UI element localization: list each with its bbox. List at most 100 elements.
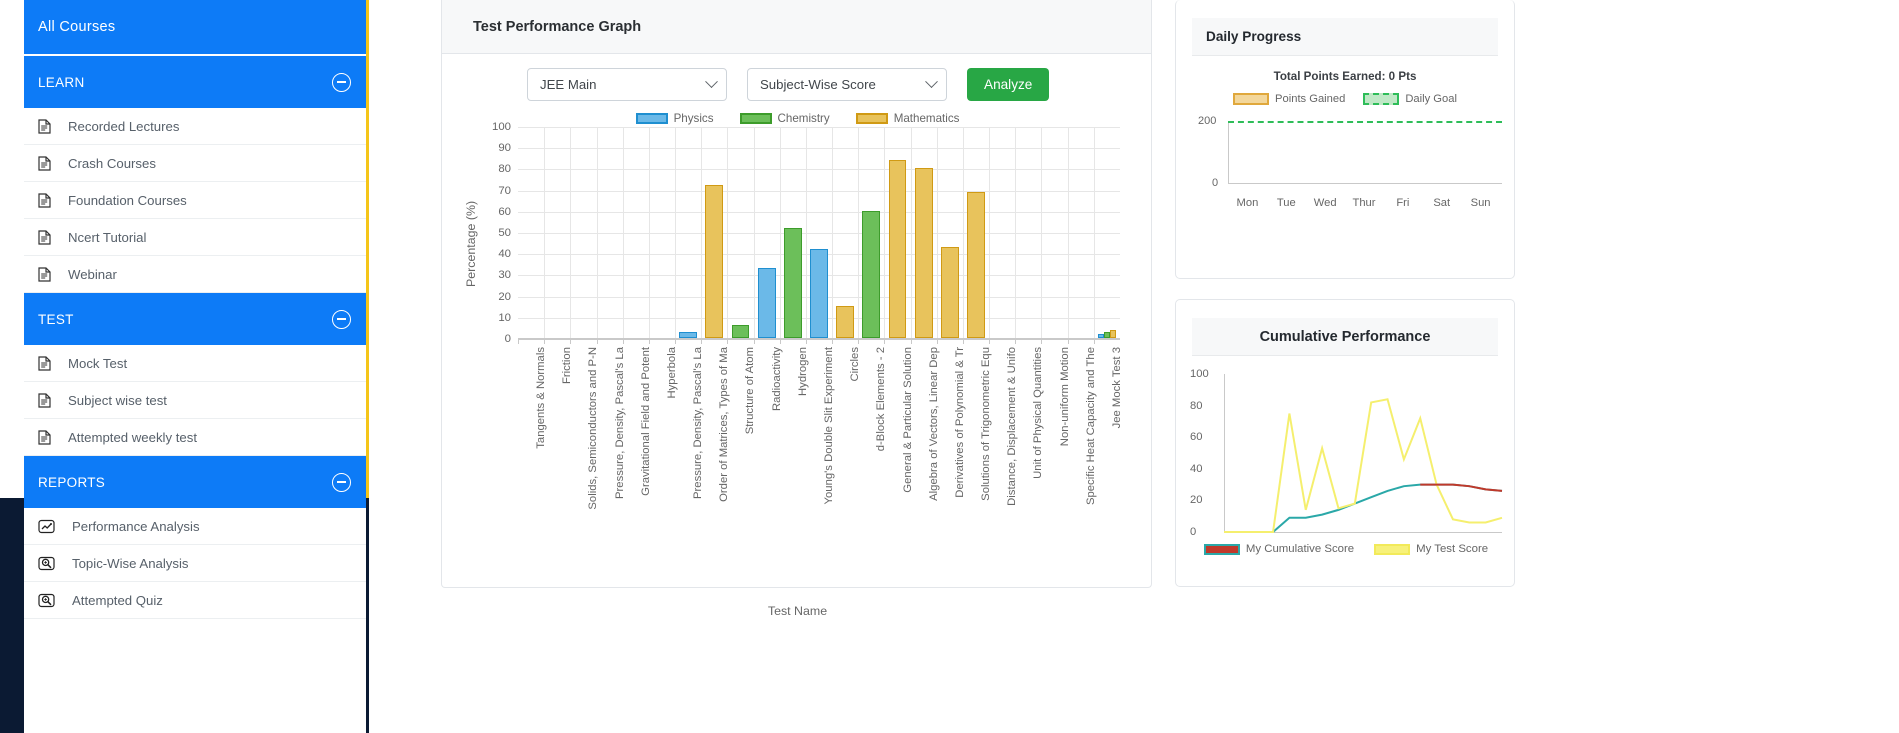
bar-mathematics[interactable] (836, 306, 855, 338)
sidebar-item-foundation-courses[interactable]: Foundation Courses (24, 182, 369, 219)
cp-series-cumulative-tail (1420, 483, 1503, 492)
bar-mathematics[interactable] (705, 185, 724, 338)
sidebar-accent-bar-dark (366, 498, 369, 733)
cp-series-my-cumulative-score (1224, 483, 1503, 533)
sidebar-item-attempted-weekly-test[interactable]: Attempted weekly test (24, 419, 369, 456)
bar-mathematics[interactable] (1109, 329, 1116, 338)
gridline-x (858, 127, 860, 339)
sidebar-item-topic-wise-analysis[interactable]: Topic-Wise Analysis (24, 545, 369, 582)
sidebar-item-label: Subject wise test (68, 392, 167, 408)
dp-day-label: Fri (1396, 197, 1410, 209)
bar-chemistry[interactable] (731, 325, 750, 338)
daily-progress-panel: Daily Progress Total Points Earned: 0 Pt… (1175, 0, 1515, 279)
legend-item-chemistry[interactable]: Chemistry (739, 112, 830, 125)
exam-select[interactable]: JEE Main (527, 68, 727, 101)
sidebar: All Courses LEARN Recorded Lectures Crash C… (0, 0, 369, 733)
bar-chemistry[interactable] (862, 210, 881, 338)
sidebar-section-label: TEST (38, 311, 74, 327)
x-tick (675, 339, 677, 344)
x-tick (701, 339, 703, 344)
total-points-earned: Total Points Earned: 0 Pts (1273, 70, 1417, 83)
legend-swatch-chemistry (739, 113, 772, 124)
sidebar-item-label: Ncert Tutorial (68, 229, 147, 245)
bar-mathematics[interactable] (888, 159, 907, 338)
cp-lines (1224, 398, 1503, 533)
y-tick-label: 20 (498, 290, 511, 303)
card-title: Test Performance Graph (442, 0, 1151, 54)
magnifier-icon (38, 556, 60, 571)
dp-legend-swatch (1363, 93, 1400, 105)
sidebar-section-all-courses[interactable]: All Courses (24, 0, 369, 54)
sidebar-left-strip-dark (0, 498, 24, 733)
bar-mathematics[interactable] (914, 168, 933, 338)
y-tick-label: 70 (498, 184, 511, 197)
gridline-y (518, 339, 1120, 340)
bar-chemistry[interactable] (783, 227, 802, 338)
collapse-minus-icon[interactable] (332, 72, 351, 92)
legend-item-mathematics[interactable]: Mathematics (855, 112, 959, 125)
x-tick-label: Hyperbola (665, 347, 678, 399)
sidebar-item-recorded-lectures[interactable]: Recorded Lectures (24, 108, 369, 145)
x-tick (544, 339, 546, 344)
sidebar-item-label: Mock Test (68, 355, 128, 371)
x-tick (962, 339, 964, 344)
sidebar-content: All Courses LEARN Recorded Lectures Crash C… (24, 0, 369, 619)
cp-series-my-test-score (1224, 398, 1503, 533)
chart-plot-area: 0 10 20 30 40 50 60 70 80 90 100 Tangents & Normals… (492, 121, 1123, 510)
sidebar-item-label: Attempted weekly test (68, 429, 198, 445)
bar-mathematics[interactable] (967, 191, 985, 338)
sidebar-item-subject-wise-test[interactable]: Subject wise test (24, 382, 369, 419)
collapse-minus-icon[interactable] (332, 309, 351, 329)
dp-legend-points-gained[interactable]: Points Gained (1233, 93, 1345, 105)
legend-item-physics[interactable]: Physics (635, 112, 714, 125)
x-tick (1093, 339, 1095, 344)
bar-physics[interactable] (810, 248, 828, 338)
sidebar-item-ncert-tutorial[interactable]: Ncert Tutorial (24, 219, 369, 256)
cp-legend-label: My Test Score (1416, 543, 1489, 555)
dp-day-label: Sat (1433, 197, 1451, 209)
y-tick-label: 30 (498, 269, 511, 282)
sidebar-item-performance-analysis[interactable]: Performance Analysis (24, 508, 369, 545)
y-tick-label: 0 (504, 333, 511, 345)
dp-legend-swatch (1233, 93, 1270, 105)
analyze-button[interactable]: Analyze (967, 68, 1050, 101)
dp-legend-daily-goal[interactable]: Daily Goal (1363, 93, 1457, 105)
document-icon (38, 229, 60, 245)
collapse-minus-icon[interactable] (332, 472, 351, 492)
sidebar-item-crash-courses[interactable]: Crash Courses (24, 145, 369, 182)
chart-legend: Physics Chemistry Mathematics (442, 112, 1153, 125)
bar-physics[interactable] (757, 268, 776, 338)
x-tick (832, 339, 834, 344)
bar-mathematics[interactable] (940, 246, 959, 338)
metric-select-value: Subject-Wise Score (760, 77, 876, 92)
daily-progress-chart: 200 0 Mon Tue Wed Thur Fri Sat Sun (1176, 111, 1514, 209)
x-tick-label: Pressure, Density, Pascal's La (613, 347, 626, 500)
sidebar-section-reports[interactable]: REPORTS (24, 456, 369, 508)
sidebar-section-test[interactable]: TEST (24, 293, 369, 345)
x-tick (518, 339, 519, 344)
dp-day-label: Sun (1470, 197, 1491, 209)
daily-progress-title: Daily Progress (1192, 18, 1498, 56)
x-tick (989, 339, 991, 344)
legend-label: Physics (673, 112, 714, 125)
cp-legend-my-test-score[interactable]: My Test Score (1374, 543, 1488, 555)
x-tick (1015, 339, 1017, 344)
sidebar-item-webinar[interactable]: Webinar (24, 256, 369, 293)
gridline-y (518, 211, 1120, 213)
x-tick-label: Pressure, Density, Pascal's La (692, 347, 705, 500)
cp-legend-my-cumulative-score[interactable]: My Cumulative Score (1203, 543, 1354, 555)
sidebar-item-mock-test[interactable]: Mock Test (24, 345, 369, 382)
chevron-down-icon (925, 75, 938, 89)
dp-y-tick-200: 200 (1198, 115, 1217, 127)
performance-analysis-page: All Courses LEARN Recorded Lectures Crash C… (0, 0, 1899, 733)
gridline-y (518, 169, 1120, 171)
y-tick-label: 80 (498, 163, 511, 176)
sidebar-item-attempted-quiz[interactable]: Attempted Quiz (24, 582, 369, 619)
sidebar-item-label: Foundation Courses (68, 192, 187, 208)
sidebar-section-learn[interactable]: LEARN (24, 56, 369, 108)
x-tick-label: Unit of Physical Quantities (1032, 347, 1045, 479)
y-tick-label: 90 (498, 142, 511, 155)
daily-progress-legend: Points Gained Daily Goal (1176, 93, 1514, 105)
metric-select[interactable]: Subject-Wise Score (747, 68, 947, 101)
gridline-y (518, 127, 1120, 128)
